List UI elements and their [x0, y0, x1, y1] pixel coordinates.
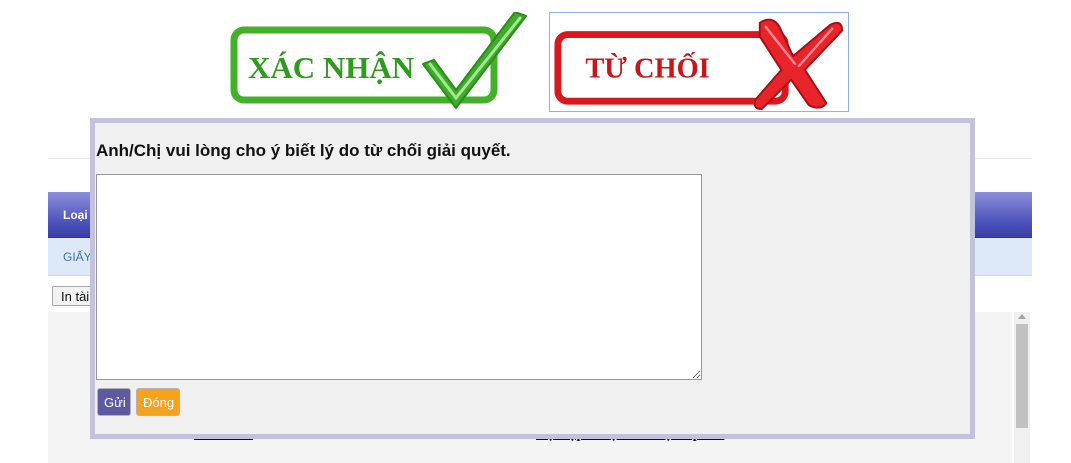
- dialog-title: Anh/Chị vui lòng cho ý biết lý do từ chố…: [96, 141, 511, 160]
- confirm-button[interactable]: XÁC NHẬN: [228, 12, 533, 114]
- reason-textarea[interactable]: [96, 174, 702, 380]
- reject-reason-dialog: Anh/Chị vui lòng cho ý biết lý do từ chố…: [90, 118, 975, 439]
- scrollbar[interactable]: [1014, 312, 1030, 463]
- send-button[interactable]: Gửi: [97, 388, 131, 416]
- reject-button[interactable]: TỪ CHỐI: [549, 12, 849, 112]
- reject-label: TỪ CHỐI: [585, 51, 709, 85]
- scroll-up-arrow-icon[interactable]: [1018, 314, 1026, 319]
- table-header-label: Loại: [63, 208, 88, 222]
- table-row-label: GIẤY: [63, 250, 92, 264]
- scrollbar-thumb[interactable]: [1016, 324, 1028, 428]
- close-button[interactable]: Đóng: [136, 388, 180, 416]
- confirm-label: XÁC NHẬN: [248, 50, 414, 85]
